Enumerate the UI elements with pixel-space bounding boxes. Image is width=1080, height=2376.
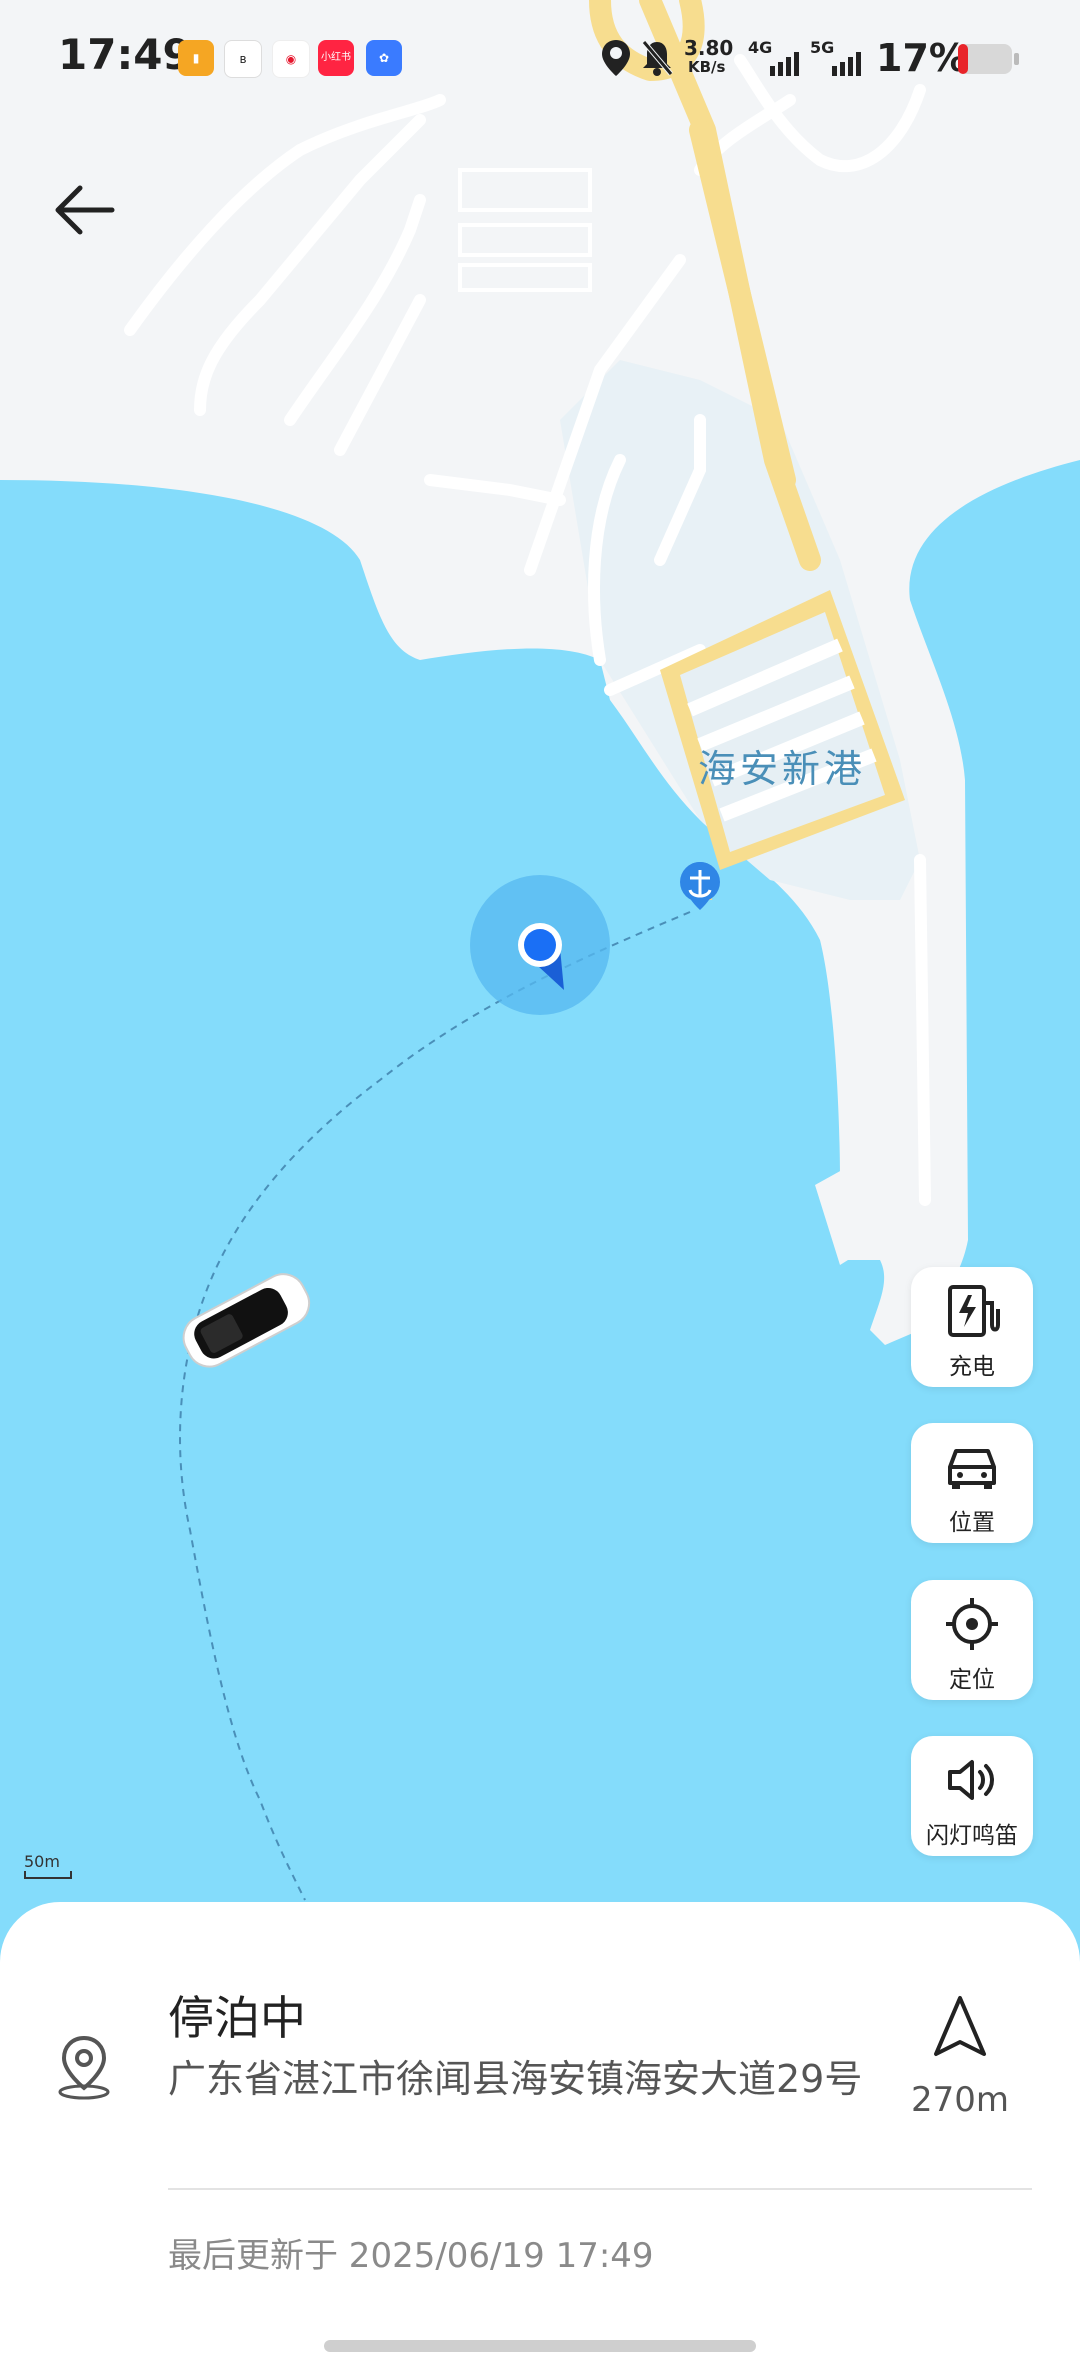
navigate-icon[interactable] xyxy=(930,1992,990,2062)
location-pin-icon xyxy=(58,2035,110,2100)
charging-label: 充电 xyxy=(949,1354,995,1380)
net-speed-value: 3.80 xyxy=(684,36,734,60)
vehicle-address: 广东省湛江市徐闻县海安镇海安大道29号 xyxy=(168,2057,863,2101)
signal-icon-2 xyxy=(832,52,861,76)
weibo-icon: ◉ xyxy=(272,40,310,78)
home-indicator[interactable] xyxy=(324,2340,756,2352)
last-updated: 最后更新于 2025/06/19 17:49 xyxy=(168,2236,654,2276)
location-label: 位置 xyxy=(949,1510,995,1536)
net-speed-unit: KB/s xyxy=(688,58,726,76)
parking-status: 停泊中 xyxy=(168,1991,306,2045)
distance-value: 270m xyxy=(910,2080,1009,2120)
notes-app-icon: ▮ xyxy=(178,40,214,76)
speaker-horn-icon xyxy=(948,1760,994,1800)
scale-label: 50m xyxy=(24,1852,60,1871)
status-bar: 17:49 ▮ ʙ ◉ 小红书 ✿ 3.80 KB/s 4G 5G 17% xyxy=(0,0,1080,120)
baidu-map-icon: ✿ xyxy=(366,40,402,76)
flash-horn-button[interactable]: 闪灯鸣笛 xyxy=(911,1736,1033,1856)
user-location-marker xyxy=(470,875,610,1015)
bluetooth-icon: ʙ xyxy=(224,40,262,78)
charging-station-icon xyxy=(948,1285,1000,1337)
back-arrow-icon[interactable] xyxy=(50,170,130,250)
xiaohongshu-icon: 小红书 xyxy=(318,40,354,76)
location-icon xyxy=(602,40,630,76)
locate-label: 定位 xyxy=(949,1667,995,1693)
scale-bar xyxy=(24,1871,72,1879)
battery-icon xyxy=(958,44,1019,74)
locate-button[interactable]: 定位 xyxy=(911,1580,1033,1700)
port-label: 海安新港 xyxy=(698,747,867,791)
divider xyxy=(168,2188,1032,2190)
map-scale: 50m xyxy=(24,1852,72,1879)
battery-percent: 17% xyxy=(876,36,967,80)
mute-bell-icon xyxy=(642,40,673,76)
flash-horn-label: 闪灯鸣笛 xyxy=(926,1823,1018,1849)
car-icon xyxy=(948,1449,996,1489)
locate-target-icon xyxy=(946,1598,998,1650)
location-button[interactable]: 位置 xyxy=(911,1423,1033,1543)
vehicle-info-panel: 停泊中 广东省湛江市徐闻县海安镇海安大道29号 270m 最后更新于 2025/… xyxy=(0,1902,1080,2376)
signal-icon xyxy=(770,52,799,76)
clock: 17:49 xyxy=(58,30,192,79)
charging-button[interactable]: 充电 xyxy=(911,1267,1033,1387)
